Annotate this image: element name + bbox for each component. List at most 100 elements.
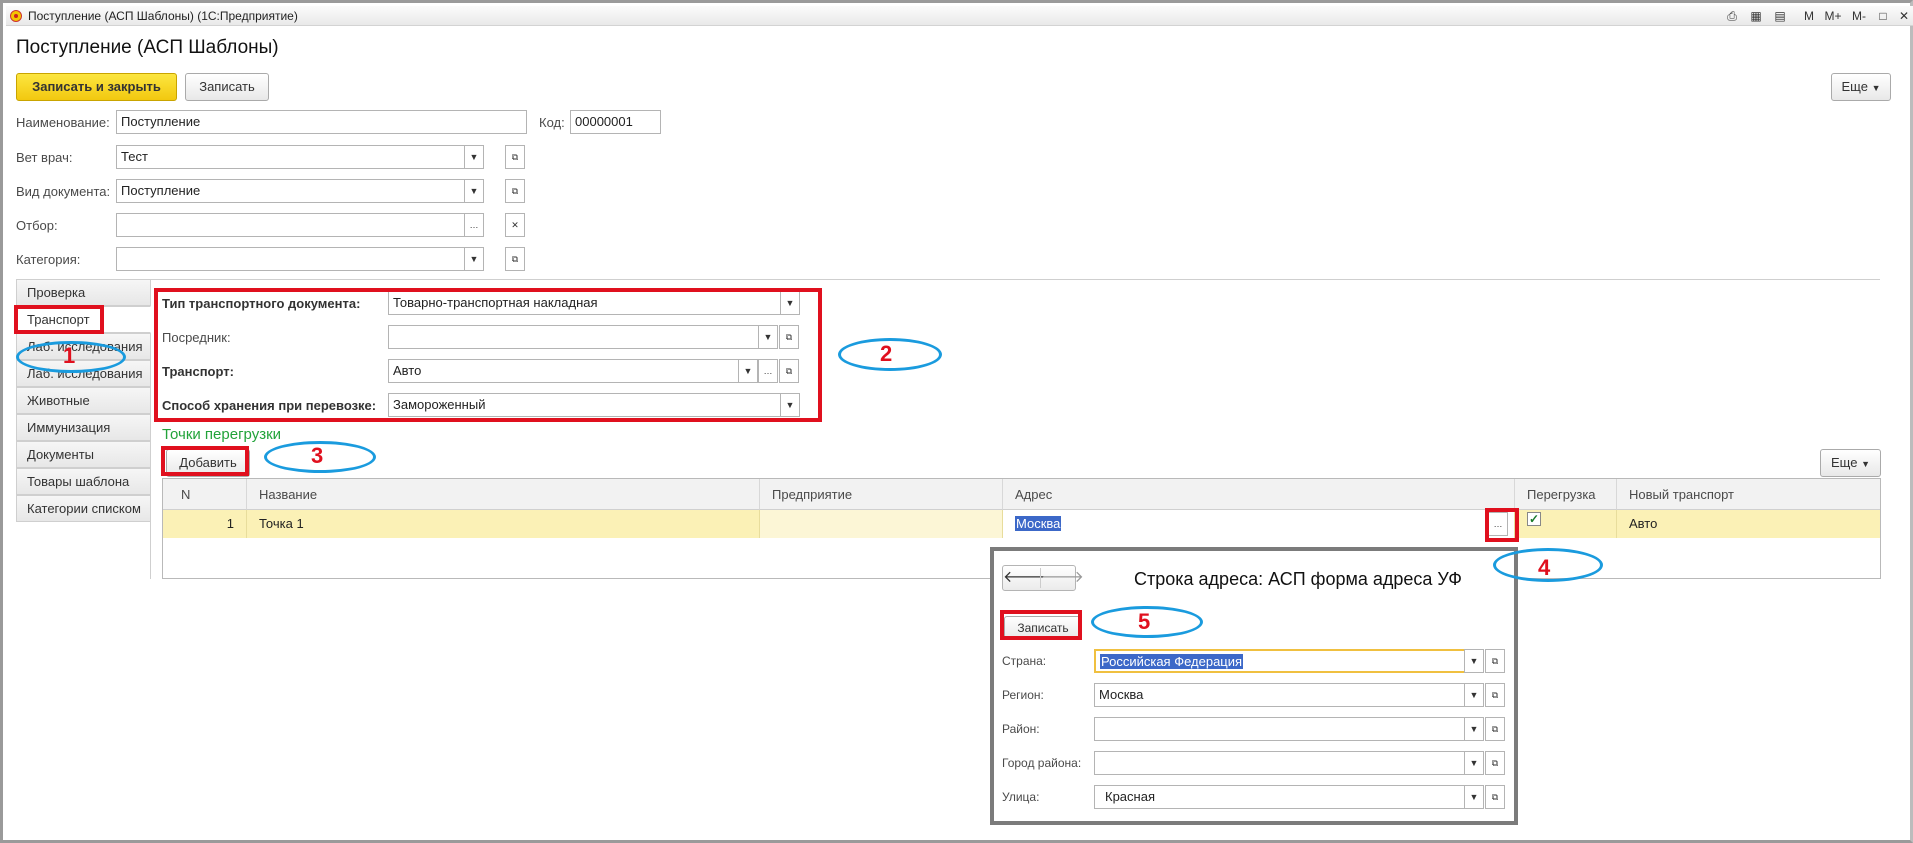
memory-plus-button[interactable]: M+ xyxy=(1822,8,1844,24)
annotation-number: 1 xyxy=(63,343,76,368)
table-row[interactable]: 1 Точка 1 Москва ✓ Авто xyxy=(163,510,1880,538)
chevron-down-icon[interactable]: ▼ xyxy=(1464,717,1484,741)
column-header[interactable]: Адрес xyxy=(1003,479,1515,510)
row-address[interactable]: Москва xyxy=(1003,510,1515,538)
section-title: Точки перегрузки xyxy=(162,426,282,443)
print-icon[interactable]: ⎙ xyxy=(1723,8,1741,24)
chevron-down-icon[interactable]: ▼ xyxy=(464,145,484,169)
address-value: Москва xyxy=(1015,516,1062,531)
close-window-icon[interactable]: ✕ xyxy=(1895,8,1913,24)
column-header[interactable]: Предприятие xyxy=(760,479,1003,510)
category-label: Категория: xyxy=(16,252,81,267)
more-button[interactable]: Еще ▼ xyxy=(1831,73,1891,101)
open-icon[interactable]: ⧉ xyxy=(1485,751,1505,775)
title-bar: Поступление (АСП Шаблоны) (1С:Предприяти… xyxy=(6,6,1913,26)
vet-value: Тест xyxy=(121,149,148,164)
code-field[interactable]: 00000001 xyxy=(570,110,661,134)
column-header[interactable]: Название xyxy=(247,479,760,510)
open-icon[interactable]: ⧉ xyxy=(1485,649,1505,673)
form-title: Поступление (АСП Шаблоны) xyxy=(16,37,279,58)
annotation-box xyxy=(14,305,104,334)
country-value: Российская Федерация xyxy=(1100,654,1244,669)
region-field[interactable]: Москва ▼ xyxy=(1094,683,1484,707)
open-icon[interactable]: ⧉ xyxy=(1485,785,1505,809)
street-value: Красная xyxy=(1105,789,1155,804)
tab-immunization[interactable]: Иммунизация xyxy=(16,414,151,441)
chevron-down-icon[interactable]: ▼ xyxy=(1464,751,1484,775)
open-icon[interactable]: ⧉ xyxy=(505,179,525,203)
chevron-down-icon: ▼ xyxy=(1871,83,1881,93)
points-more-button[interactable]: Еще ▼ xyxy=(1820,449,1881,477)
column-header[interactable]: Новый транспорт xyxy=(1617,479,1880,510)
window-title: Поступление (АСП Шаблоны) (1С:Предприяти… xyxy=(28,9,298,23)
tab-category-list[interactable]: Категории списком xyxy=(16,495,151,522)
row-company xyxy=(760,510,1003,538)
column-header[interactable]: N xyxy=(163,479,247,510)
memory-minus-button[interactable]: M- xyxy=(1848,8,1870,24)
memory-button[interactable]: M xyxy=(1800,8,1818,24)
country-field[interactable]: Российская Федерация ▼ xyxy=(1094,649,1484,673)
row-reload[interactable]: ✓ xyxy=(1515,510,1617,538)
save-button[interactable]: Записать xyxy=(185,73,269,101)
more-label: Еще xyxy=(1841,79,1868,94)
filter-field[interactable]: … xyxy=(116,213,484,237)
district-label: Район: xyxy=(1002,722,1040,736)
chevron-down-icon[interactable]: ▼ xyxy=(464,247,484,271)
chevron-down-icon: ▼ xyxy=(1861,459,1870,469)
ellipsis-icon[interactable]: … xyxy=(464,213,484,237)
back-arrow-icon[interactable]: 🡐 xyxy=(1003,568,1046,588)
open-icon[interactable]: ⧉ xyxy=(1485,717,1505,741)
doctype-label: Вид документа: xyxy=(16,184,111,199)
street-label: Улица: xyxy=(1002,790,1040,804)
region-value: Москва xyxy=(1099,687,1144,702)
calendar-icon[interactable]: ▤ xyxy=(1771,8,1789,24)
panel-border xyxy=(150,279,1880,280)
open-icon[interactable]: ⧉ xyxy=(1485,683,1505,707)
doctype-field[interactable]: Поступление ▼ xyxy=(116,179,484,203)
vet-label: Вет врач: xyxy=(16,150,73,165)
row-number: 1 xyxy=(163,510,247,538)
checkbox-icon[interactable]: ✓ xyxy=(1527,512,1541,526)
category-field[interactable]: ▼ xyxy=(116,247,484,271)
annotation-number: 4 xyxy=(1538,555,1551,580)
annotation-box xyxy=(1485,508,1519,542)
calculator-icon[interactable]: ▦ xyxy=(1747,8,1765,24)
tab-template-goods[interactable]: Товары шаблона xyxy=(16,468,151,495)
chevron-down-icon[interactable]: ▼ xyxy=(1464,649,1484,673)
more-label: Еще xyxy=(1831,455,1858,470)
row-name: Точка 1 xyxy=(247,510,760,538)
dialog-title: Строка адреса: АСП форма адреса УФ xyxy=(1134,569,1462,589)
district-field[interactable]: ▼ xyxy=(1094,717,1484,741)
country-label: Страна: xyxy=(1002,654,1047,668)
save-and-close-button[interactable]: Записать и закрыть xyxy=(16,73,177,101)
filter-label: Отбор: xyxy=(16,218,58,233)
name-field[interactable]: Поступление xyxy=(116,110,527,134)
navigation-buttons: 🡐 🡒 xyxy=(1002,565,1084,591)
annotation-number: 3 xyxy=(311,443,324,468)
code-label: Код: xyxy=(539,115,565,130)
tab-documents[interactable]: Документы xyxy=(16,441,151,468)
app-logo-icon xyxy=(10,10,22,22)
open-icon[interactable]: ⧉ xyxy=(505,145,525,169)
column-header[interactable]: Перегрузка xyxy=(1515,479,1617,510)
annotation-box xyxy=(1000,610,1082,640)
city-field[interactable]: ▼ xyxy=(1094,751,1484,775)
vet-field[interactable]: Тест ▼ xyxy=(116,145,484,169)
annotation-number: 5 xyxy=(1138,609,1151,634)
open-icon[interactable]: ⧉ xyxy=(505,247,525,271)
annotation-box xyxy=(161,446,249,476)
city-label: Город района: xyxy=(1002,756,1082,770)
annotation-number: 2 xyxy=(880,341,893,366)
forward-arrow-icon[interactable]: 🡒 xyxy=(1040,568,1084,588)
app-window: Поступление (АСП Шаблоны) (1С:Предприяти… xyxy=(0,0,1913,843)
chevron-down-icon[interactable]: ▼ xyxy=(1464,785,1484,809)
tab-check[interactable]: Проверка xyxy=(16,279,151,306)
chevron-down-icon[interactable]: ▼ xyxy=(464,179,484,203)
clear-icon[interactable]: ✕ xyxy=(505,213,525,237)
tab-animals[interactable]: Животные xyxy=(16,387,151,414)
restore-window-icon[interactable]: □ xyxy=(1874,8,1892,24)
annotation-box xyxy=(154,288,822,422)
region-label: Регион: xyxy=(1002,688,1044,702)
chevron-down-icon[interactable]: ▼ xyxy=(1464,683,1484,707)
street-field[interactable]: Красная ▼ xyxy=(1094,785,1484,809)
